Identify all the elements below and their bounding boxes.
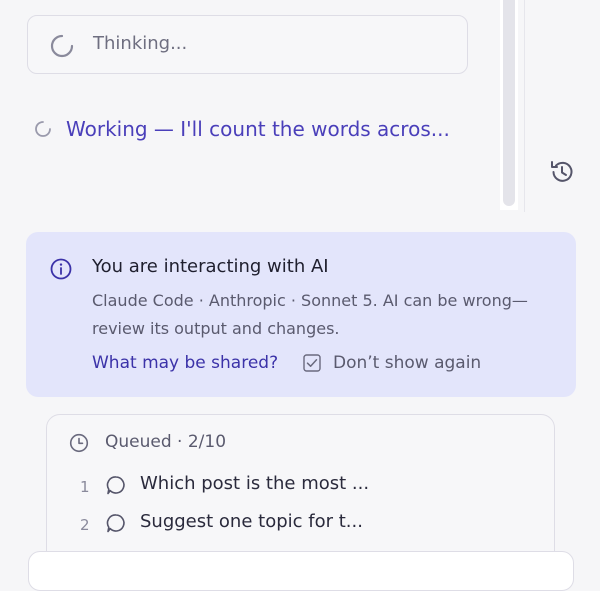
ai-notice-banner: You are interacting with AI Claude Code … (26, 232, 576, 397)
dont-show-again-checkbox[interactable]: Don’t show again (303, 353, 481, 373)
scrollbar-thumb[interactable] (503, 0, 515, 206)
thinking-label: Thinking... (93, 33, 188, 54)
queue-item-text: Suggest one topic for t... (140, 511, 363, 532)
message-input[interactable] (28, 551, 574, 591)
clock-icon (69, 433, 89, 453)
notice-body: Claude Code · Anthropic · Sonnet 5. AI c… (92, 291, 528, 338)
chat-bubble-icon (106, 476, 125, 495)
queue-item-number: 1 (80, 478, 90, 496)
queue-item-text: Which post is the most ... (140, 473, 370, 494)
spinner-icon (50, 34, 74, 58)
loading-icon (35, 121, 51, 137)
panel-divider (524, 0, 525, 212)
chat-bubble-icon (106, 514, 125, 533)
queue-item-number: 2 (80, 516, 90, 534)
info-icon (50, 258, 72, 280)
thinking-status-card: Thinking... (27, 15, 468, 74)
what-may-be-shared-link[interactable]: What may be shared? (92, 353, 278, 373)
working-status[interactable]: Working — I'll count the words acros... (34, 117, 450, 141)
dont-show-again-label: Don’t show again (333, 353, 482, 373)
working-label: Working — I'll count the words acros... (66, 117, 450, 141)
queue-panel: Queued · 2/10 1 Which post is the most .… (46, 414, 555, 574)
notice-title: You are interacting with AI (92, 256, 329, 277)
history-icon[interactable] (547, 157, 577, 187)
checkbox-checked-icon[interactable] (303, 354, 321, 372)
queue-title: Queued · 2/10 (105, 432, 227, 452)
